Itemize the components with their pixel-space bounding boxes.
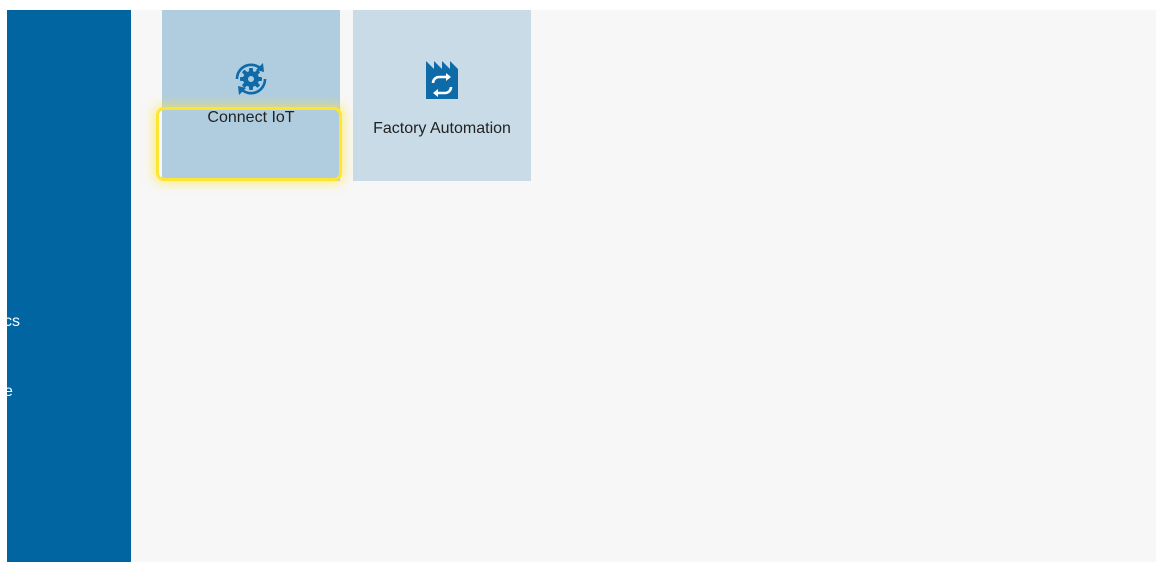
tile-label: Connect IoT (207, 109, 295, 126)
top-strip (0, 0, 1156, 10)
app-frame: cs e Connect IoT Factory Automation (0, 0, 1156, 562)
sidebar-item-label: cs (7, 313, 20, 330)
sidebar-item-label: e (7, 383, 13, 400)
sidebar: cs e (7, 10, 131, 562)
tile-connect-iot[interactable]: Connect IoT (162, 10, 340, 181)
sidebar-item-2[interactable]: e (7, 382, 13, 402)
gear-sync-icon (229, 57, 273, 101)
tile-label: Factory Automation (373, 120, 511, 137)
tile-factory-automation[interactable]: Factory Automation (353, 10, 531, 181)
main-content: Connect IoT Factory Automation (131, 10, 1156, 562)
left-gutter (0, 0, 7, 562)
sidebar-item-1[interactable]: cs (7, 312, 20, 332)
factory-automation-icon (420, 57, 464, 101)
